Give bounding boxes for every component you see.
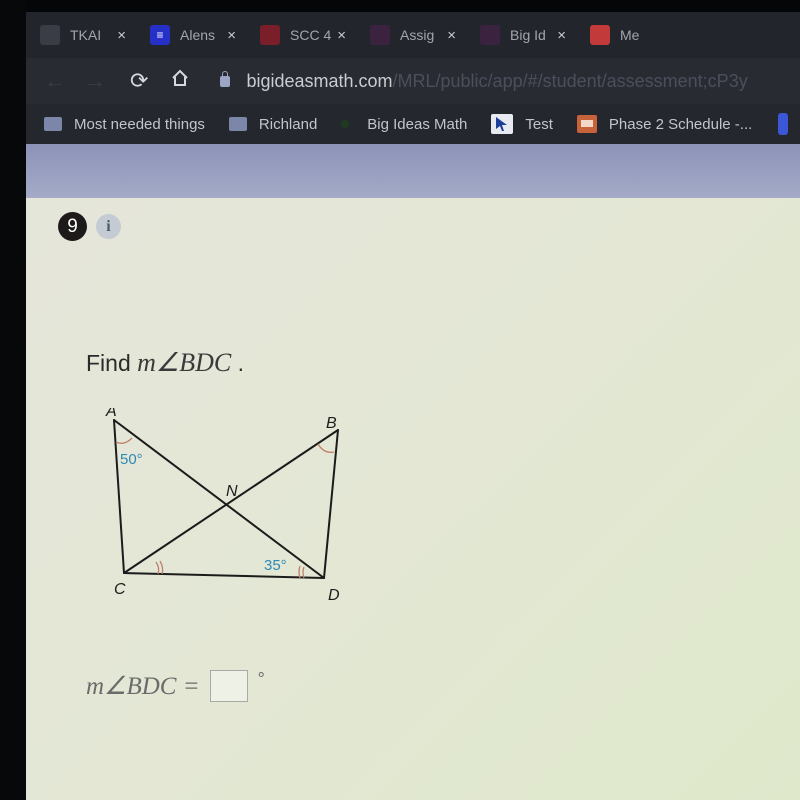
browser-tab[interactable]: Big Id × bbox=[466, 12, 576, 58]
tab-title: SCC 4 bbox=[290, 27, 332, 43]
reload-icon[interactable]: ⟳ bbox=[130, 68, 148, 94]
geometry-figure: A B C D N 50° 35° bbox=[105, 408, 340, 604]
question-panel: 9 i Find m∠BDC . A B C D N 50° 35° m∠BDC = ° bbox=[26, 198, 800, 800]
browser-tab[interactable]: Assig × bbox=[356, 12, 466, 58]
question-prompt: Find m∠BDC . bbox=[86, 348, 244, 378]
browser-tab[interactable]: Me bbox=[576, 12, 686, 58]
browser-toolbar: ← → ⟳ bigideasmath.com/MRL/public/app/#/… bbox=[26, 58, 800, 104]
classroom-icon bbox=[260, 25, 280, 45]
answer-row: m∠BDC = ° bbox=[86, 668, 265, 702]
point-label-D: D bbox=[328, 587, 340, 604]
address-bar[interactable]: bigideasmath.com/MRL/public/app/#/studen… bbox=[220, 70, 748, 92]
answer-input[interactable] bbox=[209, 670, 248, 702]
home-icon[interactable] bbox=[170, 68, 190, 94]
point-label-N: N bbox=[226, 483, 238, 500]
globe-icon bbox=[40, 25, 60, 45]
close-tab-icon[interactable]: × bbox=[337, 27, 346, 44]
browser-tab-bar: TKAI × ≡ Alens × SCC 4 × Assig × Big Id × Me bbox=[26, 12, 800, 58]
monitor-bezel-top bbox=[0, 0, 800, 12]
angle-label-D: 35° bbox=[264, 557, 287, 574]
bookmark-label: Big Ideas Math bbox=[367, 115, 468, 133]
slides-icon bbox=[576, 115, 597, 133]
bookmark-label: Most needed things bbox=[74, 115, 205, 133]
angle-label-A: 50° bbox=[120, 451, 143, 468]
prompt-period: . bbox=[231, 350, 245, 376]
prompt-text: Find bbox=[86, 350, 138, 376]
page-viewport: 9 i Find m∠BDC . A B C D N 50° 35° m∠BDC = ° bbox=[26, 144, 800, 800]
bookmark-big-ideas-math[interactable]: Big Ideas Math bbox=[341, 116, 467, 133]
browser-tab[interactable]: ≡ Alens × bbox=[136, 12, 246, 58]
tab-title: TKAI bbox=[70, 27, 102, 43]
url-host: bigideasmath.com bbox=[246, 70, 393, 91]
bookmark-label: Phase 2 Schedule -... bbox=[608, 115, 753, 133]
bookmark-richland[interactable]: Richland bbox=[228, 115, 318, 133]
docs-icon: ≡ bbox=[150, 25, 170, 45]
app-icon bbox=[370, 25, 390, 45]
angle-arc-A bbox=[115, 437, 133, 444]
bookmark-label: Richland bbox=[258, 115, 318, 133]
bigideas-icon bbox=[341, 120, 350, 128]
url-path: /MRL/public/app/#/student/assessment;cP3… bbox=[392, 70, 748, 91]
bookmark-most-needed-things[interactable]: Most needed things bbox=[44, 116, 205, 133]
close-tab-icon[interactable]: × bbox=[447, 27, 456, 44]
segment-AD bbox=[113, 419, 325, 579]
angle-arc-D1 bbox=[298, 565, 301, 579]
point-label-C: C bbox=[114, 581, 126, 598]
bookmarks-bar: Most needed things Richland Big Ideas Ma… bbox=[26, 104, 800, 144]
angle-arc-C2 bbox=[159, 560, 164, 575]
point-label-A: A bbox=[105, 408, 117, 420]
back-icon[interactable]: ← bbox=[44, 68, 66, 94]
bookmark-label: Test bbox=[525, 115, 553, 133]
angle-arc-D2 bbox=[302, 566, 305, 579]
bigideas-icon bbox=[480, 25, 500, 45]
close-tab-icon[interactable]: × bbox=[557, 27, 566, 44]
lock-icon bbox=[220, 70, 231, 87]
bookmark-test[interactable]: Test bbox=[491, 114, 553, 134]
answer-label: m∠BDC = bbox=[86, 673, 200, 700]
page-header-band bbox=[26, 144, 800, 198]
point-label-B: B bbox=[326, 415, 337, 432]
degree-unit: ° bbox=[257, 668, 265, 689]
monitor-bezel-left bbox=[0, 0, 26, 800]
close-tab-icon[interactable]: × bbox=[117, 27, 126, 44]
folder-icon bbox=[44, 117, 62, 131]
tab-title: Alens bbox=[180, 27, 216, 43]
close-tab-icon[interactable]: × bbox=[227, 27, 236, 44]
tab-title: Me bbox=[620, 27, 640, 43]
browser-tab[interactable]: TKAI × bbox=[26, 12, 136, 58]
reading-list-icon[interactable] bbox=[778, 113, 789, 135]
app-icon bbox=[590, 25, 610, 45]
prompt-math: m∠BDC bbox=[137, 348, 232, 377]
forward-icon[interactable]: → bbox=[84, 68, 106, 94]
question-number-badge: 9 bbox=[58, 212, 87, 241]
tab-title: Big Id bbox=[510, 27, 546, 43]
folder-icon bbox=[228, 117, 247, 131]
tab-title: Assig bbox=[400, 27, 435, 43]
segment-CD bbox=[123, 572, 325, 579]
cursor-icon bbox=[491, 114, 514, 134]
angle-arc-C1 bbox=[155, 561, 160, 575]
info-button[interactable]: i bbox=[96, 214, 121, 239]
browser-tab[interactable]: SCC 4 × bbox=[246, 12, 356, 58]
bookmark-phase-2-schedule[interactable]: Phase 2 Schedule -... bbox=[576, 115, 753, 133]
angle-arc-B bbox=[317, 443, 335, 453]
